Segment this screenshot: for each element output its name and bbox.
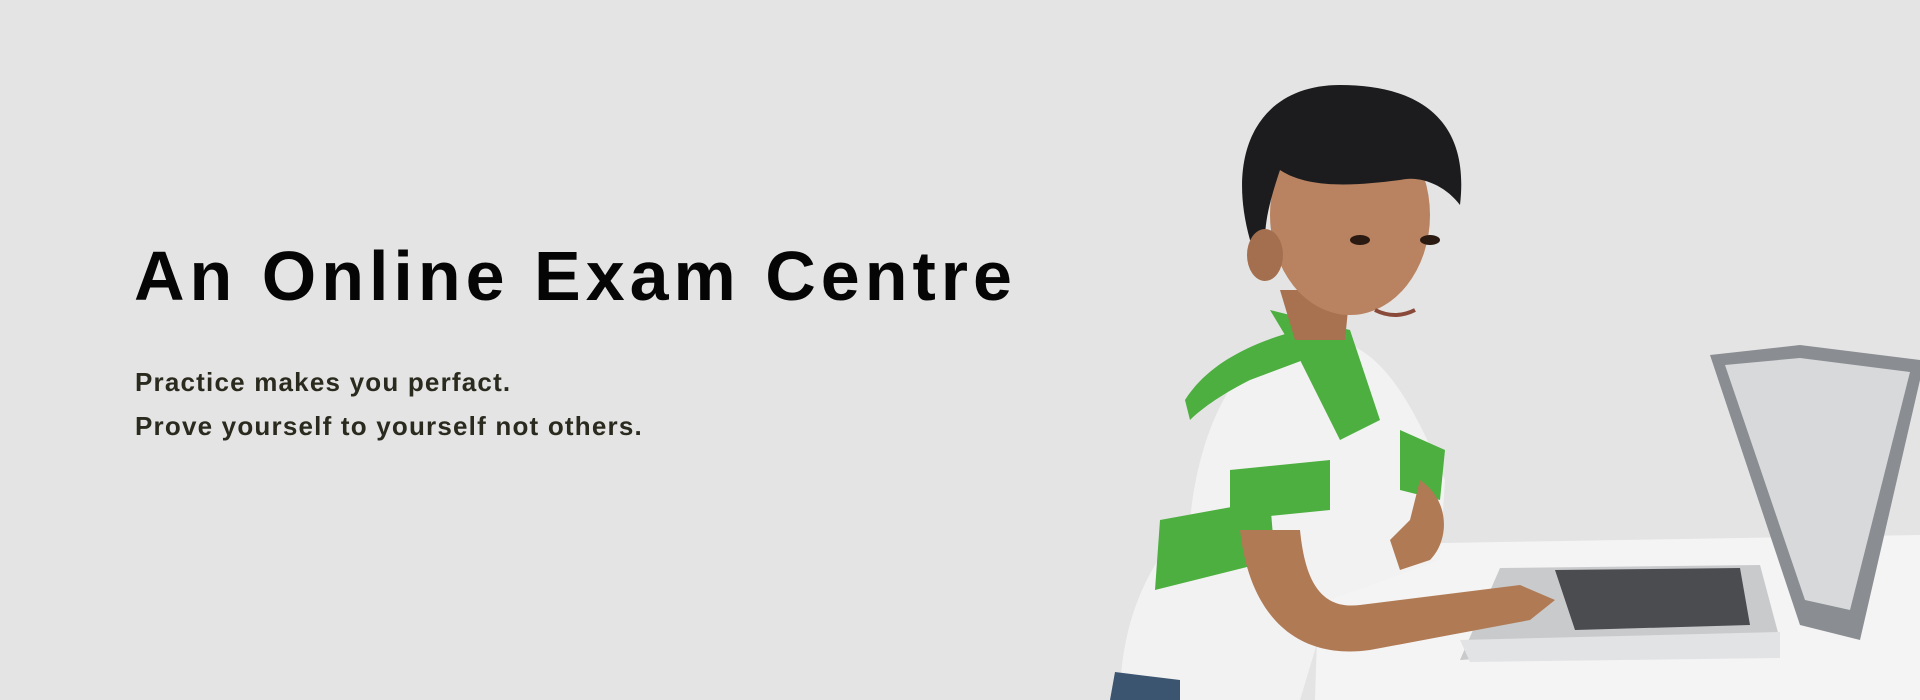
tagline-line-1: Practice makes you perfact.	[135, 367, 512, 397]
hero-title: An Online Exam Centre	[134, 237, 1017, 315]
boy	[1110, 85, 1555, 700]
boy-with-laptop-photo	[1110, 85, 1920, 700]
tagline-line-2: Prove yourself to yourself not others.	[135, 411, 643, 441]
tagline: Practice makes you perfact. Prove yourse…	[135, 360, 643, 448]
